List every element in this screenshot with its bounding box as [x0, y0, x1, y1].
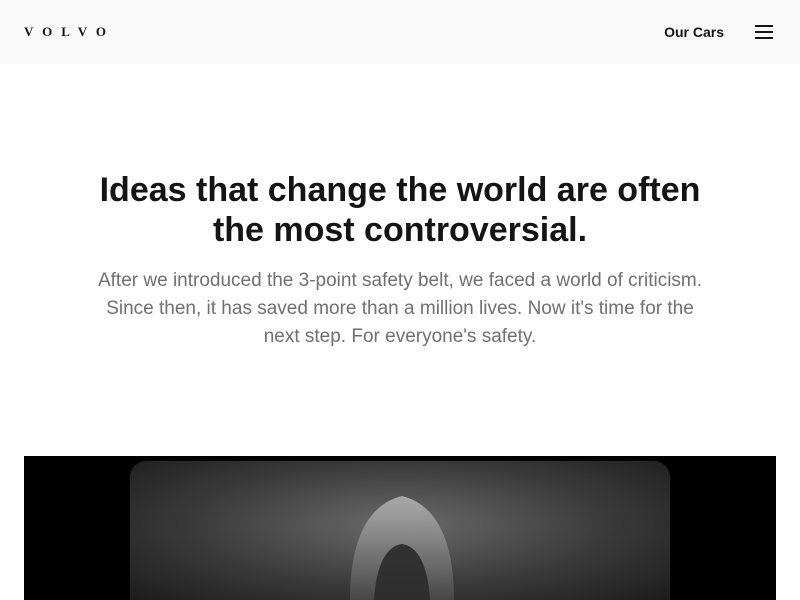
menu-line	[755, 37, 773, 39]
video-poster-image	[24, 456, 776, 600]
top-navigation-bar: VOLVO Our Cars	[0, 0, 800, 64]
menu-line	[755, 31, 773, 33]
hamburger-menu-icon[interactable]	[754, 24, 774, 40]
hero-subcopy: After we introduced the 3-point safety b…	[97, 270, 703, 347]
hero-headline: Ideas that change the world are often th…	[99, 171, 701, 249]
our-cars-link[interactable]: Our Cars	[664, 22, 724, 42]
menu-line	[755, 25, 773, 27]
volvo-logo[interactable]: VOLVO	[24, 24, 115, 40]
video-poster[interactable]	[24, 456, 776, 600]
